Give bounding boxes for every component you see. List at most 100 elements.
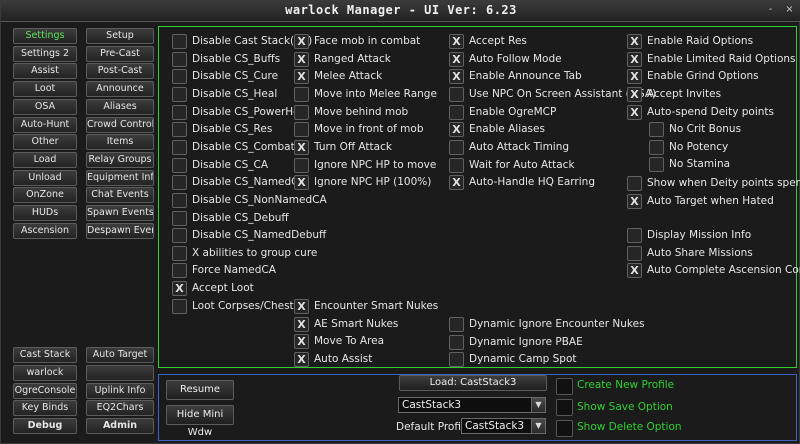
load-profile-button[interactable]: Load: CastStack3 [399, 375, 547, 391]
checkbox[interactable] [172, 86, 187, 102]
checkbox[interactable] [172, 192, 187, 208]
checkbox[interactable]: X [449, 34, 464, 49]
nav-button-onzone[interactable]: OnZone [13, 187, 77, 204]
checkbox[interactable] [449, 86, 464, 102]
checkbox[interactable] [649, 139, 664, 155]
checkbox[interactable]: X [627, 69, 642, 85]
nav-button-assist[interactable]: Assist [13, 63, 77, 80]
show-delete-option-checkbox[interactable] [556, 420, 573, 437]
nav-button-aliases[interactable]: Aliases [86, 98, 154, 115]
checkbox[interactable] [172, 245, 187, 261]
checkbox[interactable]: X [449, 122, 464, 138]
checkbox[interactable]: X [627, 193, 642, 209]
chevron-down-icon[interactable]: ▼ [531, 419, 545, 433]
checkbox[interactable] [649, 122, 664, 137]
nav-button-spawn-events[interactable]: Spawn Events [86, 205, 154, 221]
nav-button-relay-groups[interactable]: Relay Groups [86, 151, 154, 168]
nav-button-huds[interactable]: HUDs [13, 205, 77, 221]
nav-button-crowd-control[interactable]: Crowd Control [86, 116, 154, 133]
nav-button-settings[interactable]: Settings [13, 28, 77, 44]
nav-button-pre-cast[interactable]: Pre-Cast [86, 45, 154, 62]
checkbox[interactable]: X [294, 175, 309, 191]
close-icon[interactable]: × [783, 4, 796, 16]
checkbox[interactable] [294, 104, 309, 120]
checkbox[interactable]: X [627, 104, 642, 120]
checkbox[interactable]: X [294, 334, 309, 350]
checkbox[interactable]: X [449, 69, 464, 85]
checkbox[interactable] [172, 210, 187, 226]
resume-button[interactable]: Resume [166, 380, 234, 400]
create-new-profile-checkbox[interactable] [556, 378, 573, 395]
checkbox[interactable] [172, 34, 187, 49]
checkbox[interactable]: X [172, 281, 187, 297]
checkbox[interactable]: X [294, 351, 309, 367]
nav-button-ogreconsole[interactable]: OgreConsole [13, 382, 77, 399]
checkbox[interactable]: X [294, 51, 309, 67]
nav-button-key-binds[interactable]: Key Binds [13, 400, 77, 417]
nav-button-equipment-info[interactable]: Equipment Info [86, 169, 154, 186]
checkbox[interactable] [172, 104, 187, 120]
nav-button-post-cast[interactable]: Post-Cast [86, 63, 154, 80]
checkbox[interactable] [627, 245, 642, 261]
nav-button-items[interactable]: Items [86, 134, 154, 151]
checkbox[interactable]: X [627, 263, 642, 279]
nav-button-auto-target[interactable]: Auto Target [86, 347, 154, 363]
nav-button-chat-events[interactable]: Chat Events [86, 187, 154, 204]
checkbox[interactable] [449, 104, 464, 120]
nav-button-loot[interactable]: Loot [13, 81, 77, 98]
chevron-down-icon[interactable]: ▼ [531, 398, 545, 412]
checkbox[interactable] [449, 352, 464, 368]
nav-button-debug[interactable]: Debug [13, 418, 77, 435]
nav-button-settings-2[interactable]: Settings 2 [13, 45, 77, 62]
nav-button-unload[interactable]: Unload [13, 169, 77, 186]
checkbox[interactable] [172, 51, 187, 67]
nav-button-announce[interactable]: Announce [86, 81, 154, 98]
checkbox[interactable] [449, 317, 464, 332]
nav-button-uplink-info[interactable]: Uplink Info [86, 382, 154, 399]
checkbox[interactable] [172, 298, 187, 314]
checkbox[interactable] [172, 122, 187, 138]
checkbox[interactable] [172, 263, 187, 279]
profile-select[interactable]: CastStack3 ▼ [398, 397, 546, 413]
checkbox[interactable] [294, 122, 309, 138]
nav-button-warlock[interactable]: warlock [13, 364, 77, 381]
nav-button-cast-stack[interactable]: Cast Stack [13, 347, 77, 363]
checkbox[interactable] [649, 157, 664, 173]
checkbox[interactable] [449, 157, 464, 173]
checkbox[interactable] [172, 157, 187, 173]
show-save-option-checkbox[interactable] [556, 399, 573, 416]
checkbox[interactable]: X [627, 34, 642, 49]
checkbox[interactable]: X [294, 34, 309, 49]
minimize-icon[interactable]: - [764, 4, 777, 16]
nav-button-auto-hunt[interactable]: Auto-Hunt [13, 116, 77, 133]
nav-button-blank[interactable] [86, 364, 154, 381]
nav-button-osa[interactable]: OSA [13, 98, 77, 115]
nav-button-setup[interactable]: Setup [86, 28, 154, 44]
checkbox[interactable]: X [627, 86, 642, 102]
checkbox[interactable] [449, 334, 464, 350]
checkbox[interactable]: X [294, 69, 309, 85]
checkbox[interactable] [294, 86, 309, 102]
checkbox[interactable] [172, 228, 187, 244]
hide-mini-window-button[interactable]: Hide Mini Wdw [166, 405, 234, 438]
nav-button-despawn-events[interactable]: Despawn Events [86, 222, 154, 239]
checkbox[interactable] [172, 175, 187, 191]
title-bar[interactable]: warlock Manager - UI Ver: 6.23 - × [1, 1, 800, 22]
checkbox[interactable]: X [449, 175, 464, 191]
checkbox[interactable]: X [627, 51, 642, 67]
default-profile-select[interactable]: CastStack3 ▼ [461, 418, 546, 434]
checkbox[interactable]: X [449, 51, 464, 67]
checkbox[interactable] [294, 157, 309, 173]
nav-button-other[interactable]: Other [13, 134, 77, 151]
nav-button-load[interactable]: Load [13, 151, 77, 168]
nav-button-eq2chars[interactable]: EQ2Chars [86, 400, 154, 417]
nav-button-ascension[interactable]: Ascension [13, 222, 77, 239]
checkbox[interactable]: X [294, 139, 309, 155]
checkbox[interactable] [627, 228, 642, 243]
checkbox[interactable]: X [294, 316, 309, 332]
checkbox[interactable] [172, 69, 187, 85]
checkbox[interactable]: X [294, 299, 309, 314]
checkbox[interactable] [172, 139, 187, 155]
checkbox[interactable] [449, 139, 464, 155]
checkbox[interactable] [627, 176, 642, 191]
